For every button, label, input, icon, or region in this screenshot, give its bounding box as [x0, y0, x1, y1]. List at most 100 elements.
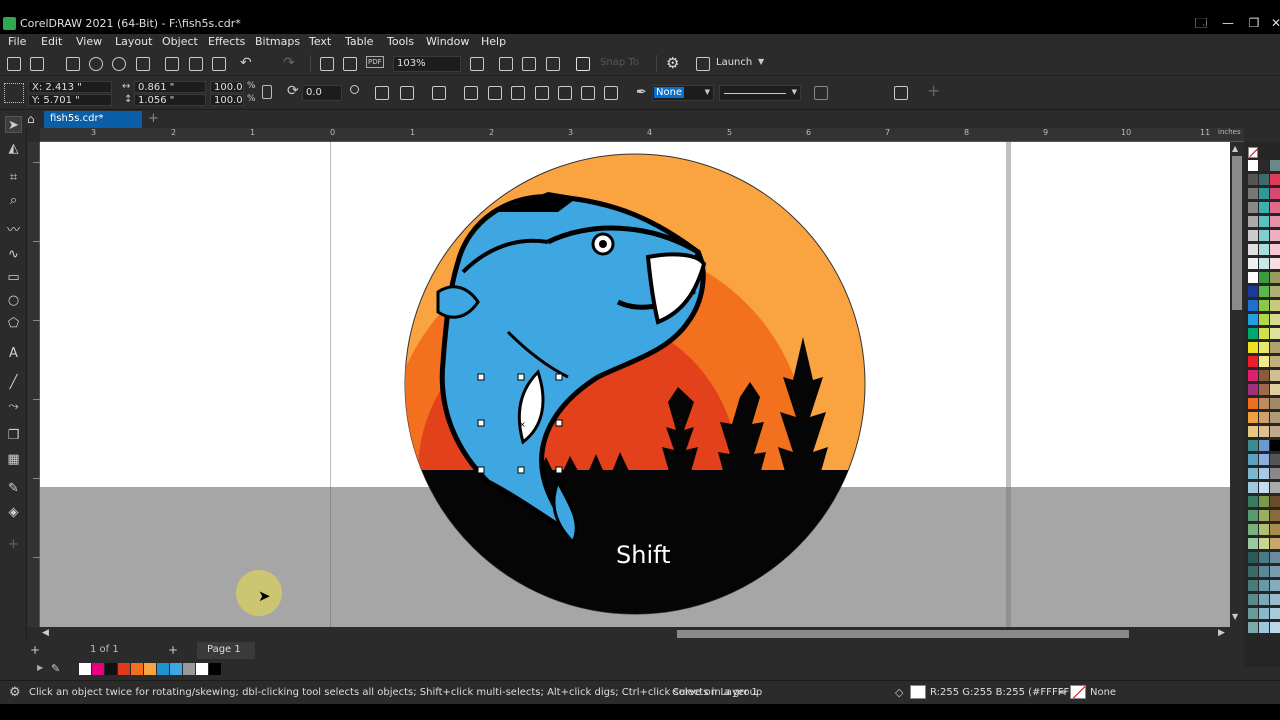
palette-swatch[interactable]	[1248, 160, 1258, 171]
zoom-tool-icon[interactable]: ⌕	[5, 192, 22, 209]
palette-swatch[interactable]	[1259, 174, 1269, 185]
palette-swatch[interactable]	[1259, 412, 1269, 423]
interactive-fill-icon[interactable]: ◈	[5, 504, 22, 521]
palette-swatch[interactable]	[1270, 426, 1280, 437]
palette-swatch[interactable]	[1248, 174, 1258, 185]
palette-swatch[interactable]	[1259, 468, 1269, 479]
menu-bitmaps[interactable]: Bitmaps	[255, 35, 300, 48]
palette-swatch[interactable]	[1248, 566, 1258, 577]
freehand-tool-icon[interactable]: 〰	[5, 222, 22, 239]
palette-swatch[interactable]	[1259, 342, 1269, 353]
palette-swatch[interactable]	[1259, 188, 1269, 199]
palette-swatch[interactable]	[1270, 412, 1280, 423]
save-icon[interactable]	[66, 57, 80, 71]
palette-swatch[interactable]	[1259, 328, 1269, 339]
menu-object[interactable]: Object	[162, 35, 198, 48]
line-style-select[interactable]: ▼	[719, 85, 801, 101]
palette-swatch[interactable]	[1248, 202, 1258, 213]
palette-swatch[interactable]	[1248, 482, 1258, 493]
simplify-icon[interactable]	[535, 86, 549, 100]
undo-icon[interactable]: ↶	[240, 55, 252, 71]
object-height-field[interactable]: 1.056 "	[134, 94, 206, 106]
palette-swatch[interactable]	[1248, 580, 1258, 591]
rotation-angle-field[interactable]: 0.0	[302, 85, 342, 101]
document-palette-swatch[interactable]	[118, 663, 130, 675]
reference-point-icon[interactable]	[4, 83, 24, 103]
menu-layout[interactable]: Layout	[115, 35, 152, 48]
palette-swatch[interactable]	[1259, 258, 1269, 269]
palette-swatch[interactable]	[1248, 244, 1258, 255]
cloud-share-icon[interactable]	[112, 57, 126, 71]
palette-swatch[interactable]	[1270, 608, 1280, 619]
palette-swatch[interactable]	[1259, 398, 1269, 409]
rectangle-tool-icon[interactable]: ▭	[5, 269, 22, 286]
palette-swatch[interactable]	[1248, 314, 1258, 325]
scale-y-field[interactable]: 100.0	[210, 94, 244, 106]
open-icon[interactable]	[30, 57, 44, 71]
palette-swatch[interactable]	[1270, 272, 1280, 283]
palette-swatch[interactable]	[1270, 440, 1280, 451]
horizontal-scroll-thumb[interactable]	[677, 630, 1129, 638]
palette-swatch[interactable]	[1270, 244, 1280, 255]
palette-swatch[interactable]	[1259, 454, 1269, 465]
palette-swatch[interactable]	[1270, 300, 1280, 311]
no-color-swatch[interactable]	[1248, 147, 1259, 158]
palette-swatch[interactable]	[1248, 594, 1258, 605]
palette-swatch[interactable]	[1259, 622, 1269, 633]
menu-view[interactable]: View	[76, 35, 102, 48]
new-document-icon[interactable]	[7, 57, 21, 71]
show-guidelines-icon[interactable]	[546, 57, 560, 71]
palette-swatch[interactable]	[1248, 216, 1258, 227]
document-palette-swatch[interactable]	[105, 663, 117, 675]
palette-swatch[interactable]	[1248, 230, 1258, 241]
palette-swatch[interactable]	[1248, 440, 1258, 451]
pick-tool-icon[interactable]: ➤	[5, 116, 22, 133]
menu-edit[interactable]: Edit	[41, 35, 62, 48]
add-page-icon[interactable]: +	[30, 643, 40, 657]
palette-swatch[interactable]	[1259, 300, 1269, 311]
copy-icon[interactable]	[189, 57, 203, 71]
palette-swatch[interactable]	[1270, 188, 1280, 199]
palette-swatch[interactable]	[1270, 328, 1280, 339]
polygon-tool-icon[interactable]: ⬠	[5, 315, 22, 332]
palette-swatch[interactable]	[1270, 468, 1280, 479]
palette-swatch[interactable]	[1248, 468, 1258, 479]
palette-swatch[interactable]	[1248, 286, 1258, 297]
connector-tool-icon[interactable]: ⤳	[5, 398, 22, 415]
scale-x-field[interactable]: 100.0	[210, 81, 244, 93]
palette-swatch[interactable]	[1270, 496, 1280, 507]
document-palette-swatch[interactable]	[209, 663, 221, 675]
home-icon[interactable]: ⌂	[27, 112, 35, 126]
palette-swatch[interactable]	[1259, 384, 1269, 395]
launch-dropdown[interactable]: Launch	[716, 57, 752, 68]
align-distribute-icon[interactable]	[894, 86, 908, 100]
palette-swatch[interactable]	[1270, 370, 1280, 381]
launch-icon[interactable]	[696, 57, 710, 71]
palette-swatch[interactable]	[1248, 300, 1258, 311]
palette-swatch[interactable]	[1270, 286, 1280, 297]
palette-swatch[interactable]	[1270, 566, 1280, 577]
transparency-tool-icon[interactable]: ▦	[5, 451, 22, 468]
options-gear-icon[interactable]: ⚙	[666, 54, 679, 72]
outline-swatch[interactable]	[1070, 685, 1086, 699]
palette-swatch[interactable]	[1270, 230, 1280, 241]
add-tool-icon[interactable]: +	[5, 536, 22, 553]
palette-swatch[interactable]	[1248, 510, 1258, 521]
document-palette-swatch[interactable]	[170, 663, 182, 675]
boundary-icon[interactable]	[604, 86, 618, 100]
status-gear-icon[interactable]: ⚙	[9, 685, 21, 700]
palette-swatch[interactable]	[1248, 384, 1258, 395]
drop-shadow-tool-icon[interactable]: ❐	[5, 427, 22, 444]
palette-swatch[interactable]	[1248, 454, 1258, 465]
front-minus-back-icon[interactable]	[558, 86, 572, 100]
mirror-horizontal-icon[interactable]	[375, 86, 389, 100]
palette-swatch[interactable]	[1270, 216, 1280, 227]
palette-swatch[interactable]	[1248, 608, 1258, 619]
menu-file[interactable]: File	[8, 35, 26, 48]
shape-tool-icon[interactable]: ◭	[5, 140, 22, 157]
page-tab[interactable]: Page 1	[197, 642, 255, 659]
palette-swatch[interactable]	[1248, 538, 1258, 549]
add-page-end-icon[interactable]: +	[168, 643, 178, 657]
palette-swatch[interactable]	[1259, 314, 1269, 325]
object-width-field[interactable]: 0.861 "	[134, 81, 206, 93]
